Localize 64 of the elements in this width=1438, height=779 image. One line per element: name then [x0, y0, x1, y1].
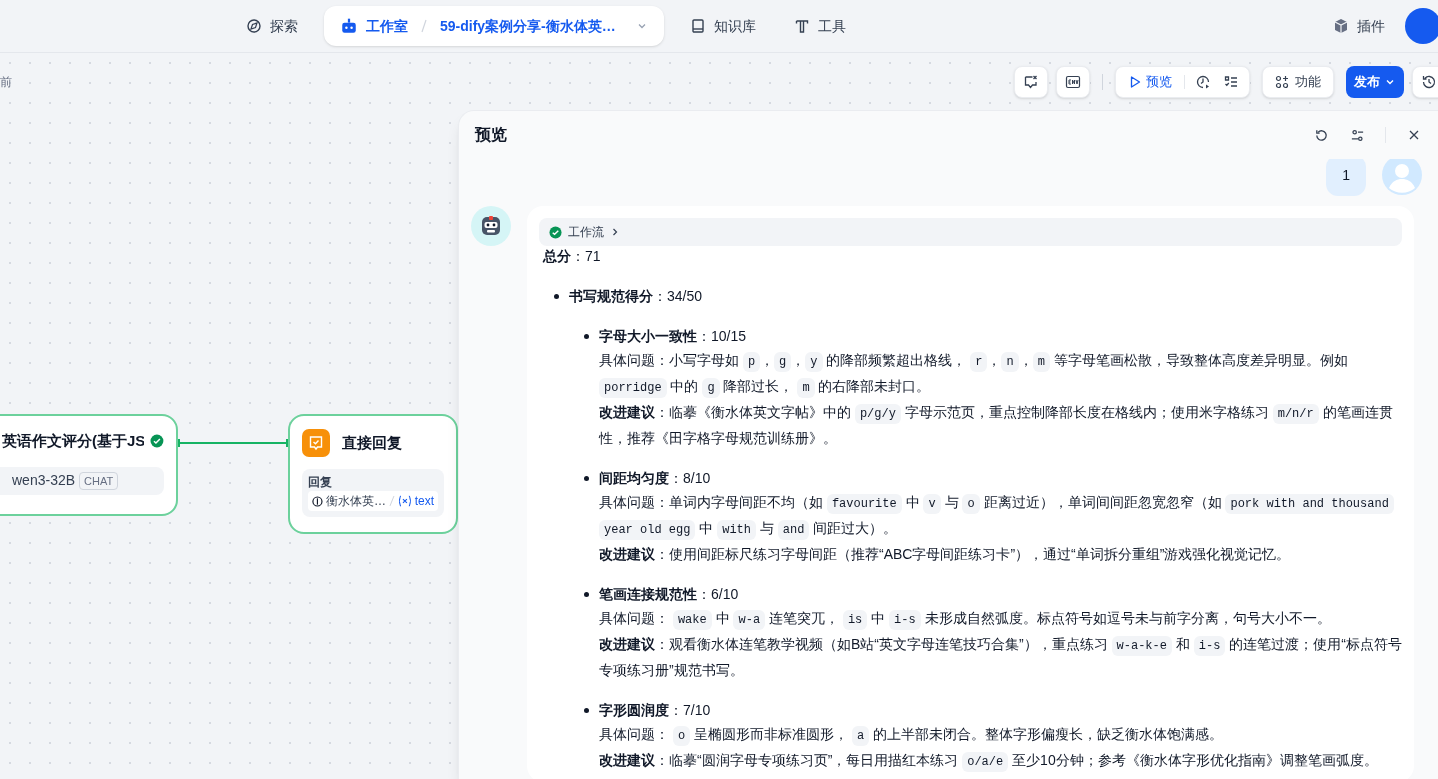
nav-link[interactable]: 知识库	[677, 6, 768, 46]
section-score: 书写规范得分：34/50	[569, 287, 704, 306]
checklist-icon	[1223, 74, 1239, 90]
play-icon	[1128, 75, 1142, 89]
variable-name: text	[414, 493, 434, 510]
nav-link[interactable]: 探索	[234, 6, 310, 46]
user-avatar[interactable]	[1405, 8, 1438, 44]
variable-icon	[397, 495, 412, 507]
nav-link[interactable]: 工具	[781, 6, 858, 46]
compass-icon	[246, 18, 262, 34]
criterion-score: 笔画连接规范性：6/10	[599, 585, 740, 604]
history-icon	[1421, 74, 1437, 90]
book-icon	[689, 18, 706, 34]
hammer-icon	[793, 18, 810, 34]
env-button[interactable]	[1056, 66, 1090, 98]
version-history-button[interactable]	[1412, 66, 1438, 98]
sliders-icon	[1349, 127, 1365, 143]
list-bullet	[554, 294, 559, 299]
app-name[interactable]: 59-dify案例分享-衡水体英…	[440, 15, 616, 37]
refresh-icon	[1313, 127, 1329, 143]
mode-tag: CHAT	[79, 471, 119, 490]
apps-icon	[1275, 75, 1289, 89]
comment-x-icon	[1023, 74, 1039, 90]
workflow-status-bar[interactable]: 工作流	[539, 218, 1402, 246]
node-title: 直接回复	[342, 432, 402, 453]
publish-button[interactable]: 发布	[1346, 66, 1404, 98]
close-icon	[1408, 129, 1420, 141]
answer-paragraph: 具体问题：小写字母如 p ， g ， y 的降部频繁超出格线， r ， n ， m 等字母笔画松散，导致整体高度差异明显。例如 porridge 中的 g 降部过长， m 的右降部未封口。	[599, 348, 1402, 400]
criterion-score: 间距均匀度：8/10	[599, 469, 712, 488]
answer-paragraph: 具体问题： wake 中 w-a 连笔突兀， is 中 i-s 未形成自然弧度。标点符号如逗号未与前字分离，句号大小不一。	[599, 606, 1402, 632]
path-separator	[388, 495, 395, 507]
list-bullet	[584, 708, 589, 713]
list-bullet	[584, 592, 589, 597]
node-icon	[312, 495, 323, 507]
reply-icon	[302, 429, 330, 457]
model-name: wen3-32B	[12, 471, 76, 490]
list-bullet	[584, 476, 589, 481]
answer-paragraph: 改进建议：临摹“圆润字母专项练习页”，每日用描红本练习 o/a/e 至少10分钟；参考《衡水体字形优化指南》调整笔画弧度。	[599, 748, 1402, 774]
user-avatar	[1382, 159, 1422, 195]
answer-paragraph: 具体问题： o 呈椭圆形而非标准圆形， a 的上半部未闭合。整体字形偏瘦长，缺乏衡水体饱满感。	[599, 722, 1402, 748]
criterion-score: 字形圆润度：7/10	[599, 701, 712, 720]
breadcrumb-separator	[420, 19, 428, 33]
answer-paragraph: 改进建议：临摹《衡水体英文字帖》中的 p/g/y 字母示范页，重点控制降部长度在格线内；使用米字格练习 m/n/r 的笔画连贯性，推荐《田字格字母规范训练册》。	[599, 403, 1394, 448]
node-title: 英语作文评分(基于JS	[2, 431, 145, 451]
list-bullet	[584, 334, 589, 339]
robot-avatar	[471, 206, 511, 246]
features-button[interactable]: 功能	[1262, 66, 1334, 98]
total-score: 总分：71	[541, 247, 602, 266]
plugins-link[interactable]: 插件	[1325, 11, 1393, 41]
criterion-score: 字母大小一致性：10/15	[599, 327, 748, 346]
answer-paragraph: 改进建议：观看衡水体连笔教学视频（如B站“英文字母连笔技巧合集”），重点练习 w-a-k-e 和 i-s 的连笔过渡；使用“标点符号专项练习册”规范书写。	[599, 635, 1402, 680]
variable-source: 衡水体英…	[325, 493, 386, 510]
cube-icon	[1333, 18, 1349, 34]
clock-play-icon	[1195, 74, 1211, 90]
edited-time: 前	[0, 74, 12, 91]
comment-button[interactable]	[1014, 66, 1048, 98]
env-icon	[1065, 74, 1081, 90]
panel-title: 预览	[475, 125, 507, 145]
robot-icon	[340, 17, 358, 35]
field-label: 回复	[308, 474, 333, 491]
studio-tab[interactable]: 工作室 59-dify案例分享-衡水体英…	[324, 6, 664, 46]
chevron-right-icon	[610, 227, 620, 237]
user-message: 1	[1326, 159, 1366, 196]
answer-paragraph: 改进建议：使用间距标尺练习字母间距（推荐“ABC字母间距练习卡”），通过“单词拆分重组”游戏强化视觉记忆。	[599, 545, 1292, 564]
